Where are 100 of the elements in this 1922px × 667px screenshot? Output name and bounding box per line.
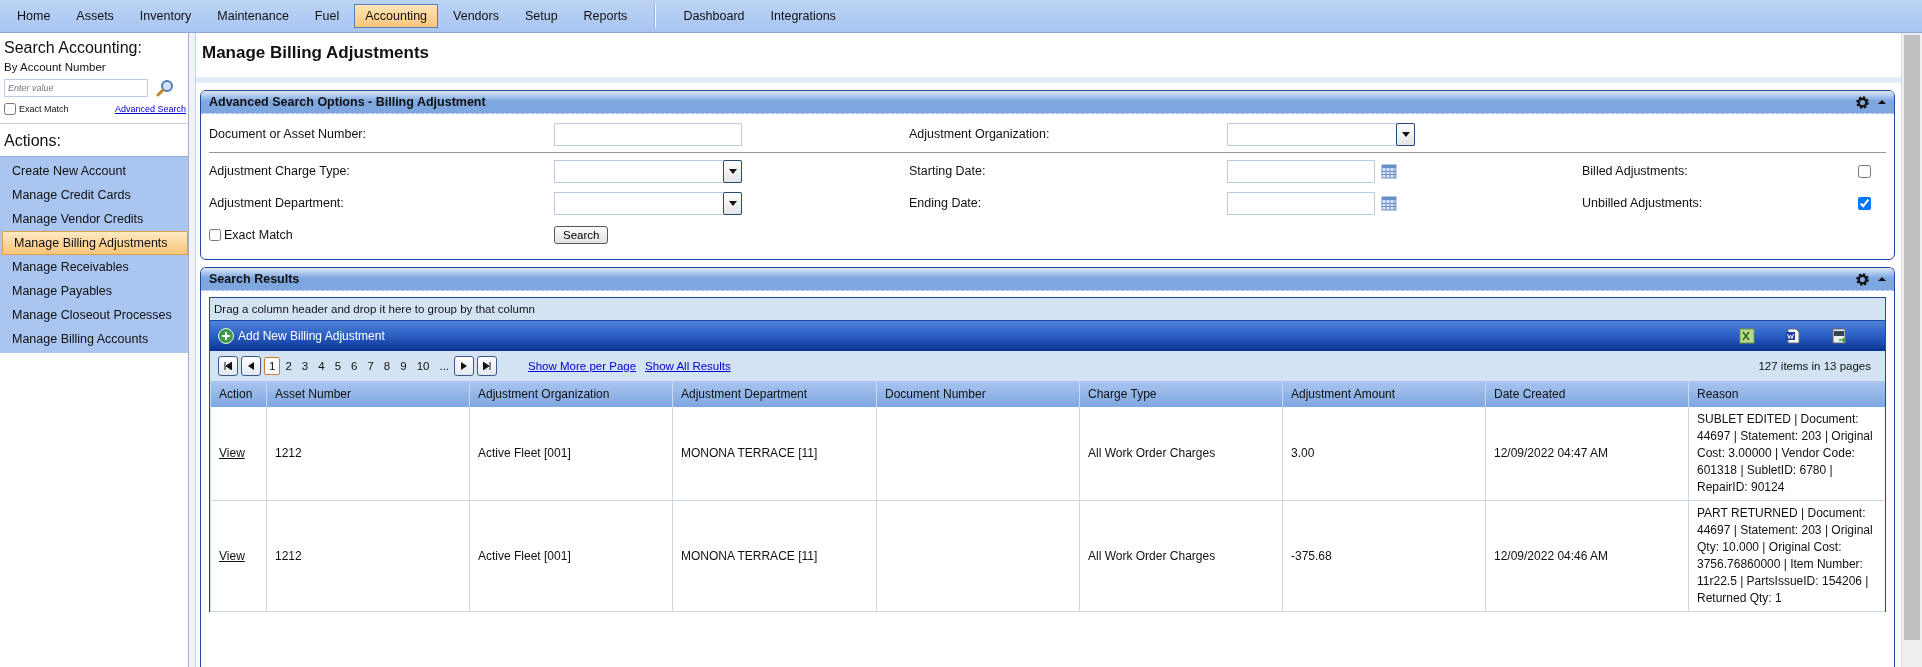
page-link[interactable]: 4 <box>313 357 330 375</box>
caret-icon <box>728 168 737 174</box>
ending-date-field[interactable] <box>1227 191 1375 215</box>
menu-item[interactable]: Accounting <box>354 4 439 28</box>
page-link[interactable]: 3 <box>296 357 314 375</box>
first-page-icon <box>224 362 232 370</box>
page-link[interactable]: 1 <box>264 357 281 375</box>
exact-match-checkbox[interactable] <box>209 229 221 241</box>
search-icon[interactable] <box>156 79 174 97</box>
next-page-button[interactable] <box>454 356 475 376</box>
column-header[interactable]: Adjustment Department <box>672 381 876 407</box>
field-label: Unbilled Adjustments: <box>1582 196 1704 210</box>
menu-item[interactable]: Vendors <box>442 4 510 28</box>
table-cell: -375.68 <box>1282 501 1485 612</box>
action-item[interactable]: Manage Closeout Processes <box>0 303 188 327</box>
table-cell: All Work Order Charges <box>1079 501 1282 612</box>
collapse-icon[interactable] <box>1878 276 1886 282</box>
action-item[interactable]: Manage Billing Adjustments <box>2 231 188 255</box>
column-header[interactable]: Action <box>210 381 266 407</box>
add-adjustment-button[interactable]: Add New Billing Adjustment <box>218 328 385 344</box>
advanced-search-link[interactable]: Advanced Search <box>114 104 186 114</box>
last-page-icon <box>483 362 492 370</box>
collapse-icon[interactable] <box>1878 99 1886 105</box>
table-cell: MONONA TERRACE [11] <box>672 501 876 612</box>
panel-title: Advanced Search Options - Billing Adjustment <box>209 95 486 109</box>
search-label: By Account Number <box>3 60 107 75</box>
field-label: Document or Asset Number: <box>209 127 367 141</box>
menu-item[interactable]: Maintenance <box>206 4 300 28</box>
table-cell: PART RETURNED | Document: 44697 | Statement: 203 | Original Qty: 10.000 | Original Cost: 3756.76860000 | Item Number: 11r22.5 | PartsIssueID: 154206 | Returned Qty: 1 <box>1688 501 1885 612</box>
view-link[interactable]: View <box>219 547 245 565</box>
exact-match-checkbox[interactable] <box>4 103 16 115</box>
menu-item[interactable]: Inventory <box>128 4 203 28</box>
document-icon[interactable] <box>1785 328 1801 344</box>
csv-icon[interactable] <box>1831 328 1847 344</box>
field-label: Ending Date: <box>909 196 983 210</box>
column-header[interactable]: Reason <box>1688 381 1885 407</box>
column-header[interactable]: Charge Type <box>1079 381 1282 407</box>
spreadsheet-icon[interactable] <box>1739 328 1755 344</box>
table-cell: MONONA TERRACE [11] <box>672 407 876 501</box>
table-cell: Active Fleet [001] <box>469 501 672 612</box>
menu-item[interactable]: Dashboard <box>672 4 756 28</box>
calendar-icon[interactable] <box>1381 163 1397 179</box>
page-link[interactable]: 9 <box>395 357 412 375</box>
charge-type-dropdown[interactable] <box>554 159 742 183</box>
calendar-icon[interactable] <box>1381 195 1397 211</box>
menu-item[interactable]: Setup <box>513 4 569 28</box>
action-item[interactable]: Manage Vendor Credits <box>0 207 188 231</box>
action-item[interactable]: Manage Payables <box>0 279 188 303</box>
next-icon <box>460 362 469 370</box>
starting-date-field[interactable] <box>1227 159 1375 183</box>
first-page-button[interactable] <box>218 356 238 376</box>
last-page-button[interactable] <box>477 356 498 376</box>
table-cell: 12/09/2022 04:47 AM <box>1485 407 1688 501</box>
menu-item[interactable]: Assets <box>65 4 125 28</box>
column-header[interactable]: Adjustment Amount <box>1282 381 1485 407</box>
show-all-link[interactable]: Show All Results <box>645 360 731 372</box>
page-link[interactable]: 2 <box>280 357 297 375</box>
action-item[interactable]: Manage Receivables <box>0 255 188 279</box>
column-header[interactable]: Adjustment Organization <box>469 381 672 407</box>
table-cell: SUBLET EDITED | Document: 44697 | Statement: 203 | Original Cost: 3.00000 | Vendor Code: 601318 | SubletID: 6780 | RepairID: 90124 <box>1688 407 1885 501</box>
organization-dropdown[interactable] <box>1227 122 1415 146</box>
page-link[interactable]: 10 <box>411 357 435 375</box>
field-label: Adjustment Organization: <box>909 127 1051 141</box>
sidebar-heading: Search Accounting: <box>3 38 143 58</box>
table-cell: 3.00 <box>1282 407 1485 501</box>
field-label: Starting Date: <box>909 164 987 178</box>
menu-item[interactable]: Reports <box>572 4 639 28</box>
unbilled-checkbox[interactable] <box>1858 196 1871 210</box>
action-item[interactable]: Manage Credit Cards <box>0 183 188 207</box>
previous-page-button[interactable] <box>241 356 261 376</box>
column-header[interactable]: Document Number <box>876 381 1079 407</box>
page-link[interactable]: 7 <box>362 357 379 375</box>
menu-item[interactable]: Integrations <box>759 4 847 28</box>
column-header[interactable]: Date Created <box>1485 381 1688 407</box>
page-link[interactable]: ... <box>434 357 455 375</box>
checkbox-label: Exact Match <box>224 228 293 242</box>
column-header[interactable]: Asset Number <box>266 381 469 407</box>
show-more-link[interactable]: Show More per Page <box>528 360 637 372</box>
menu-item[interactable]: Home <box>6 4 62 28</box>
field-label: Adjustment Charge Type: <box>209 164 351 178</box>
settings-icon[interactable] <box>1855 271 1870 287</box>
page-link[interactable]: 6 <box>346 357 363 375</box>
document-number-field[interactable] <box>554 122 742 146</box>
menu-item[interactable]: Fuel <box>303 4 351 28</box>
view-link[interactable]: View <box>219 445 245 462</box>
search-button[interactable]: Search <box>554 226 609 244</box>
page-link[interactable]: 8 <box>378 357 396 375</box>
department-dropdown[interactable] <box>554 191 742 215</box>
plus-icon <box>218 328 234 344</box>
page-link[interactable]: 5 <box>329 357 347 375</box>
billed-checkbox[interactable] <box>1858 164 1871 178</box>
caret-icon <box>1401 131 1410 137</box>
table-cell: All Work Order Charges <box>1079 407 1282 501</box>
action-item[interactable]: Create New Account <box>0 159 188 183</box>
action-item[interactable]: Manage Billing Accounts <box>0 327 188 351</box>
account-search-field[interactable]: Enter value <box>4 79 148 97</box>
settings-icon[interactable] <box>1855 94 1870 110</box>
previous-icon <box>247 362 255 370</box>
page-title: Manage Billing Adjustments <box>196 33 1901 83</box>
checkbox-label: Exact Match <box>19 104 69 114</box>
